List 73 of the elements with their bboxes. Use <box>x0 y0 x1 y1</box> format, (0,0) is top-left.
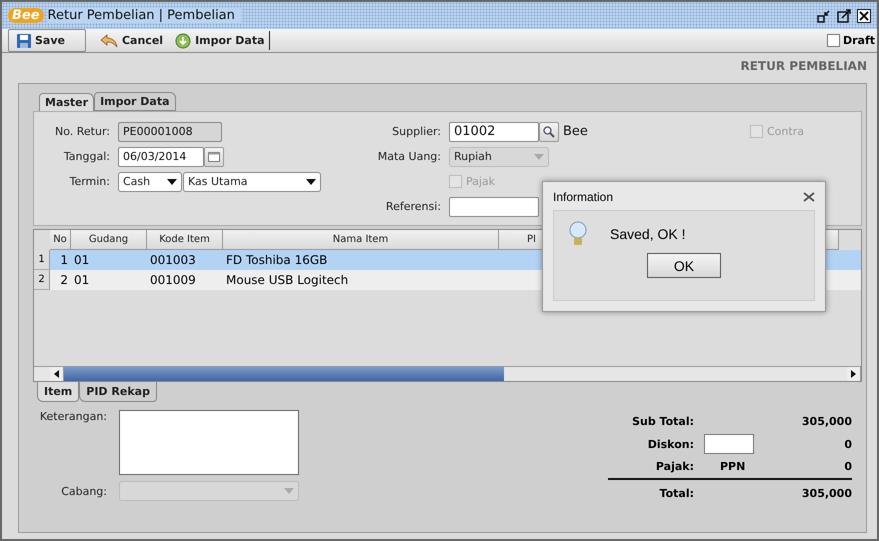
draft-checkbox[interactable]: Draft <box>826 29 877 52</box>
dropdown-arrow-icon <box>167 178 177 184</box>
table-cell-text: FD Toshiba 16GB <box>225 252 328 269</box>
total-value: 305,000 <box>800 487 852 500</box>
cancel-button[interactable]: Cancel <box>92 29 168 52</box>
account-dropdown[interactable]: Kas Utama <box>183 172 321 192</box>
maximize-icon[interactable] <box>837 8 851 22</box>
calendar-icon <box>208 152 220 162</box>
supplier-name: Bee <box>563 124 588 139</box>
search-icon <box>543 126 555 138</box>
total-label: Sub Total: <box>631 415 695 428</box>
restore-icon[interactable] <box>817 8 831 22</box>
table-cell-text: 001009 <box>149 272 197 289</box>
total-label: Diskon: <box>646 438 695 450</box>
tab[interactable]: Impor Data <box>94 92 176 111</box>
table-cell-text: 1 <box>59 252 69 269</box>
close-icon[interactable] <box>857 8 871 22</box>
field-label: Keterangan: <box>38 410 108 423</box>
date-field[interactable]: 06/03/2014 <box>118 146 204 166</box>
column-header[interactable]: Gudang <box>71 230 147 250</box>
dialog-title: Information <box>553 190 614 204</box>
table-cell-text: 01 <box>73 272 90 289</box>
tab[interactable]: PID Rekap <box>79 382 157 402</box>
ok-button[interactable]: OK <box>647 253 721 278</box>
column-header[interactable]: Nama Item <box>223 230 499 250</box>
field-label: Mata Uang: <box>376 150 442 163</box>
field-label: Supplier: <box>391 125 442 138</box>
total-value: 305,000 <box>800 415 852 428</box>
column-header[interactable]: Kode Item <box>147 230 223 250</box>
save-button[interactable]: Save <box>8 29 86 52</box>
table-cell-text: 2 <box>59 272 69 289</box>
import-button[interactable]: Impor Data <box>167 29 269 52</box>
left-arrow-icon <box>54 370 59 378</box>
column-header[interactable]: No <box>50 230 71 250</box>
calendar-button[interactable] <box>204 146 224 166</box>
table-cell-text: 01 <box>73 252 90 269</box>
field-label: Tanggal: <box>62 150 111 163</box>
tax-type: PPN <box>719 460 746 473</box>
row-header: 1 <box>34 250 50 270</box>
close-icon[interactable] <box>803 192 815 202</box>
dropdown-arrow-icon <box>284 488 294 494</box>
download-circle-icon <box>175 32 192 48</box>
horizontal-scrollbar[interactable] <box>34 366 861 381</box>
undo-arrow-icon <box>100 34 118 48</box>
dropdown-arrow-icon <box>534 154 544 160</box>
field-label: Cabang: <box>60 484 108 498</box>
field-label: No. Retur: <box>54 125 111 138</box>
table-cell-text: 001003 <box>149 252 197 269</box>
light-bulb-icon <box>568 221 588 247</box>
input-field: PE00001008 <box>118 122 222 142</box>
total-label: Pajak: <box>654 460 695 473</box>
term-dropdown[interactable]: Cash <box>118 172 182 192</box>
discount-field[interactable] <box>704 434 754 454</box>
total-value: 0 <box>843 460 852 473</box>
supplier-field[interactable]: 01002 <box>449 122 539 142</box>
window-title: Retur Pembelian | Pembelian <box>48 8 241 23</box>
row-header: 2 <box>34 270 50 290</box>
search-button[interactable] <box>539 122 559 142</box>
field-label: Referensi: <box>384 200 442 213</box>
bee-logo: Bee <box>8 8 44 23</box>
reference-field[interactable] <box>449 196 539 216</box>
dropdown-arrow-icon <box>306 178 316 184</box>
right-arrow-icon <box>851 370 856 378</box>
table-cell-text: Mouse USB Logitech <box>225 272 350 289</box>
tab[interactable]: Master <box>39 93 94 111</box>
dialog-message: Saved, OK ! <box>610 226 686 242</box>
total-value: 0 <box>843 438 852 450</box>
field-label: Termin: <box>68 175 111 188</box>
total-label: Total: <box>658 487 695 500</box>
page-heading: RETUR PEMBELIAN <box>740 58 867 75</box>
scroll-thumb[interactable] <box>64 367 504 381</box>
notes-field[interactable] <box>119 410 299 475</box>
tab[interactable]: Item <box>37 382 80 402</box>
